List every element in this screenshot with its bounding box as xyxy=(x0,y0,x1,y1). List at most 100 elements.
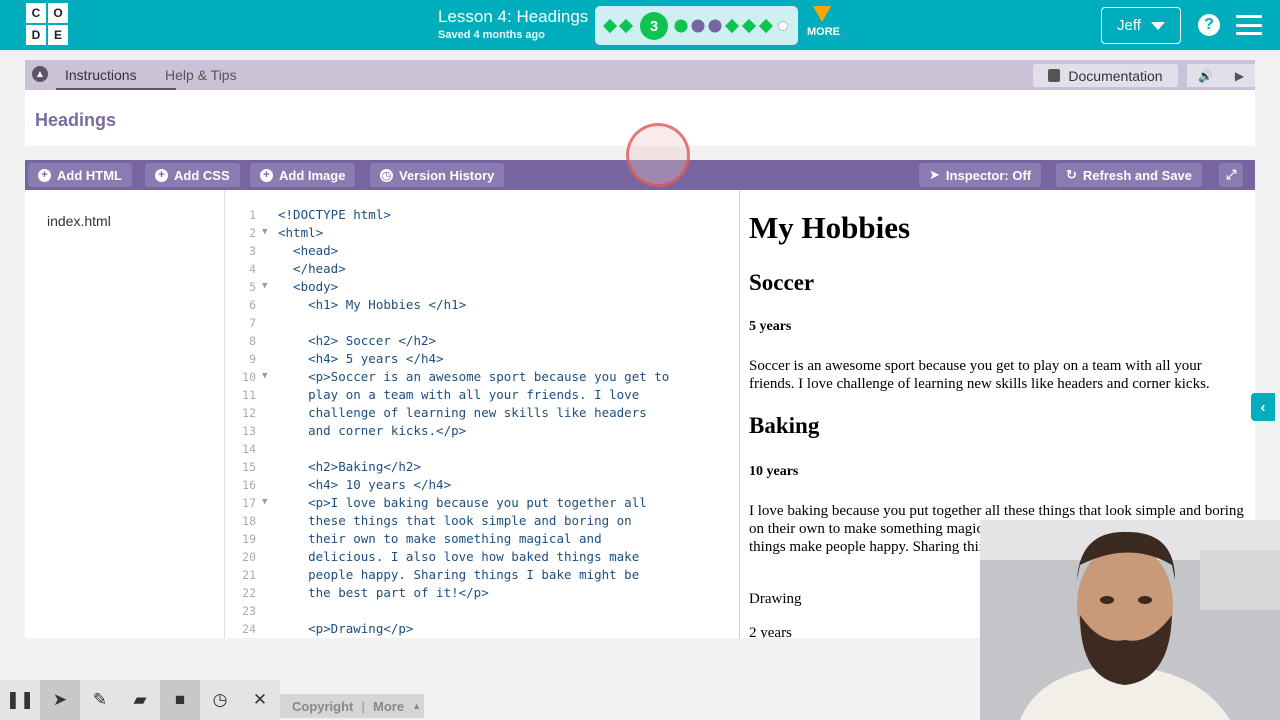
collapse-chevron-icon[interactable]: ▲ xyxy=(32,66,48,82)
line-number: 20 xyxy=(242,550,256,564)
current-level-dot[interactable]: 3 xyxy=(640,12,668,40)
code-line[interactable]: 6 <h1> My Hobbies </h1> xyxy=(225,296,739,314)
level-5-dot[interactable] xyxy=(691,19,705,33)
user-menu-button[interactable]: Jeff xyxy=(1101,7,1181,44)
add-image-button[interactable]: + Add Image xyxy=(250,163,356,187)
line-number: 6 xyxy=(249,298,256,312)
add-css-button[interactable]: + Add CSS xyxy=(145,163,240,187)
inspector-toggle-button[interactable]: ➤ Inspector: Off xyxy=(919,163,1042,187)
code-logo[interactable]: C O D E xyxy=(26,3,68,45)
fold-arrow-icon[interactable]: ▼ xyxy=(262,227,267,237)
code-line[interactable]: 3 <head> xyxy=(225,242,739,260)
timer-icon[interactable]: ◷ xyxy=(200,680,240,720)
more-label: MORE xyxy=(807,26,840,38)
code-text: <!DOCTYPE html> xyxy=(278,207,391,222)
level-progress: 3 xyxy=(595,6,798,45)
fold-arrow-icon[interactable]: ▼ xyxy=(262,497,267,507)
saved-status: Saved 4 months ago xyxy=(438,29,545,41)
fold-arrow-icon[interactable]: ▼ xyxy=(262,281,267,291)
tab-help-tips[interactable]: Help & Tips xyxy=(165,67,237,83)
line-number: 8 xyxy=(249,334,256,348)
code-line[interactable]: 16 <h4> 10 years </h4> xyxy=(225,476,739,494)
camera-icon[interactable]: ■ xyxy=(160,680,200,720)
code-line[interactable]: 18 these things that look simple and bor… xyxy=(225,512,739,530)
presenter-video-image xyxy=(980,520,1280,720)
code-line[interactable]: 10 ▼ <p>Soccer is an awesome sport becaus… xyxy=(225,368,739,386)
version-history-button[interactable]: ◷ Version History xyxy=(370,163,505,187)
play-icon[interactable]: ▶ xyxy=(1235,69,1244,83)
line-number: 13 xyxy=(242,424,256,438)
code-text: <h2> Soccer </h2> xyxy=(278,333,437,348)
level-10-dot[interactable] xyxy=(778,21,788,31)
more-levels-button[interactable]: MORE xyxy=(807,6,840,38)
code-line[interactable]: 7 xyxy=(225,314,739,332)
code-text: <p>I love baking because you put togethe… xyxy=(278,495,647,510)
code-line[interactable]: 14 xyxy=(225,440,739,458)
pen-icon[interactable]: ✎ xyxy=(80,680,120,720)
line-number: 11 xyxy=(242,388,256,402)
code-line[interactable]: 1 <!DOCTYPE html> xyxy=(225,206,739,224)
highlighter-icon[interactable]: ▰ xyxy=(120,680,160,720)
help-icon[interactable]: ? xyxy=(1198,14,1220,36)
code-line[interactable]: 11 play on a team with all your friends.… xyxy=(225,386,739,404)
level-2-dot[interactable] xyxy=(618,18,634,34)
code-line[interactable]: 24 <p>Drawing</p> xyxy=(225,620,739,638)
code-text: challenge of learning new skills like he… xyxy=(278,405,647,420)
footer-links: Copyright | More ▲ xyxy=(280,694,424,718)
line-number: 4 xyxy=(249,262,256,276)
preview-heading-soccer: Soccer xyxy=(749,270,815,295)
preview-subheading-baking: 10 years xyxy=(749,464,799,479)
documentation-button[interactable]: Documentation xyxy=(1033,64,1178,87)
copyright-link[interactable]: Copyright xyxy=(292,699,353,714)
code-line[interactable]: 13 and corner kicks.</p> xyxy=(225,422,739,440)
code-line[interactable]: 12 challenge of learning new skills like… xyxy=(225,404,739,422)
code-line[interactable]: 8 <h2> Soccer </h2> xyxy=(225,332,739,350)
hamburger-menu-icon[interactable] xyxy=(1236,15,1262,35)
expand-sidebar-chevron-icon[interactable]: ‹ xyxy=(1251,393,1275,421)
level-6-dot[interactable] xyxy=(708,19,722,33)
code-text: <p>Soccer is an awesome sport because yo… xyxy=(278,369,670,384)
tab-instructions[interactable]: Instructions xyxy=(65,67,137,83)
fold-arrow-icon[interactable]: ▼ xyxy=(262,371,267,381)
code-line[interactable]: 20 delicious. I also love how baked thin… xyxy=(225,548,739,566)
code-line[interactable]: 17 ▼ <p>I love baking because you put tog… xyxy=(225,494,739,512)
level-1-dot[interactable] xyxy=(602,18,618,34)
logo-letter-d: D xyxy=(26,25,46,45)
refresh-save-button[interactable]: ↻ Refresh and Save xyxy=(1056,163,1203,187)
code-text: </head> xyxy=(278,261,346,276)
more-footer-link[interactable]: More xyxy=(373,699,404,714)
code-text: and corner kicks.</p> xyxy=(278,423,467,438)
caret-up-icon: ▲ xyxy=(412,701,422,711)
pause-icon[interactable]: ❚❚ xyxy=(0,680,40,720)
add-html-label: Add HTML xyxy=(57,167,122,183)
code-line[interactable]: 15 <h2>Baking</h2> xyxy=(225,458,739,476)
code-line[interactable]: 5 ▼ <body> xyxy=(225,278,739,296)
code-line[interactable]: 4 </head> xyxy=(225,260,739,278)
close-icon[interactable]: ✕ xyxy=(240,680,280,720)
instructions-title: Headings xyxy=(35,110,117,130)
code-text: <h4> 10 years </h4> xyxy=(278,477,452,492)
code-line[interactable]: 19 their own to make something magical a… xyxy=(225,530,739,548)
level-7-dot[interactable] xyxy=(724,18,740,34)
panel-resize-handle[interactable] xyxy=(626,123,690,187)
line-number: 10 xyxy=(242,370,256,384)
level-8-dot[interactable] xyxy=(741,18,757,34)
level-9-dot[interactable] xyxy=(758,18,774,34)
code-line[interactable]: 22 the best part of it!</p> xyxy=(225,584,739,602)
add-html-button[interactable]: + Add HTML xyxy=(28,163,132,187)
file-item-index-html[interactable]: index.html xyxy=(47,213,111,229)
refresh-save-label: Refresh and Save xyxy=(1082,167,1193,183)
code-editor[interactable]: 1 <!DOCTYPE html> 2 ▼ <html> 3 <head> 4 </head… xyxy=(225,190,740,638)
user-name: Jeff xyxy=(1117,17,1141,34)
code-text: delicious. I also love how baked things … xyxy=(278,549,640,564)
fullscreen-button[interactable]: ⤢ xyxy=(1219,163,1244,187)
pointer-icon[interactable]: ➤ xyxy=(40,680,80,720)
code-line[interactable]: 2 ▼ <html> xyxy=(225,224,739,242)
code-text: people happy. Sharing things I bake migh… xyxy=(278,567,640,582)
volume-icon[interactable]: 🔊 xyxy=(1198,69,1213,83)
code-line[interactable]: 21 people happy. Sharing things I bake m… xyxy=(225,566,739,584)
code-line[interactable]: 23 xyxy=(225,602,739,620)
code-line[interactable]: 9 <h4> 5 years </h4> xyxy=(225,350,739,368)
line-number: 19 xyxy=(242,532,256,546)
level-4-dot[interactable] xyxy=(674,19,688,33)
